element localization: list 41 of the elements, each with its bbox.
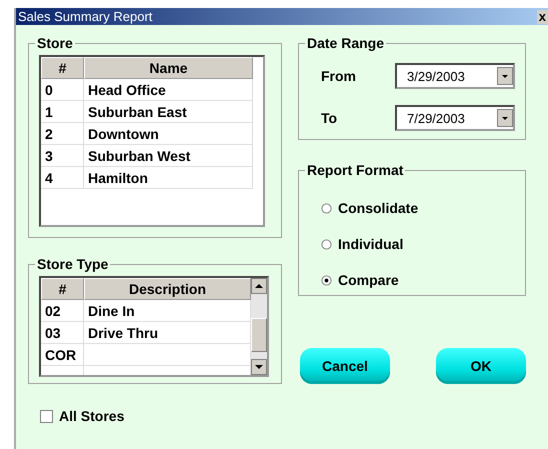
group-title: Store [36,35,74,51]
scroll-down-icon[interactable] [251,359,267,375]
table-cell[interactable]: COR [41,344,84,366]
scroll-up-icon[interactable] [251,278,267,294]
table-cell[interactable]: 2 [41,123,84,145]
scrollbar[interactable] [251,278,267,375]
column-header[interactable]: # [41,278,84,300]
radio-label: Compare [338,272,399,288]
group-title: Report Format [306,162,404,178]
radio-label: Consolidate [338,200,418,216]
group-title: Date Range [306,35,386,51]
close-button[interactable]: x [536,10,548,24]
ok-button[interactable]: OK [436,348,526,384]
table-cell[interactable]: Suburban East [84,101,253,123]
table-cell[interactable]: 0 [41,79,84,101]
cancel-button[interactable]: Cancel [300,348,390,384]
table-cell[interactable]: 3 [41,145,84,167]
checkbox-label: All Stores [59,408,124,424]
table-cell[interactable]: 1 [41,101,84,123]
radio-button[interactable] [321,202,332,214]
radio-label: Individual [338,236,404,252]
radio-button[interactable] [321,238,332,250]
table-cell[interactable]: Hamilton [84,167,253,189]
table-cell[interactable]: 4 [41,167,84,189]
column-header[interactable]: Name [84,57,253,79]
table-cell[interactable]: Suburban West [84,145,253,167]
table-cell[interactable]: Downtown [84,123,253,145]
table-cell[interactable]: Head Office [84,79,253,101]
date-dropdown[interactable]: 3/29/2003 [395,63,515,89]
scroll-thumb[interactable] [251,318,267,352]
window-title: Sales Summary Report [17,9,152,24]
table-cell[interactable]: 03 [41,322,84,344]
date-dropdown[interactable]: 7/29/2003 [395,105,515,131]
column-header[interactable]: Description [84,278,251,300]
group-title: Store Type [36,256,110,272]
field-label: To [321,110,338,126]
table-cell[interactable]: 02 [41,300,84,322]
field-label: From [321,68,356,84]
radio-button[interactable] [321,274,332,286]
column-header[interactable]: # [41,57,84,79]
checkbox[interactable] [40,410,53,422]
